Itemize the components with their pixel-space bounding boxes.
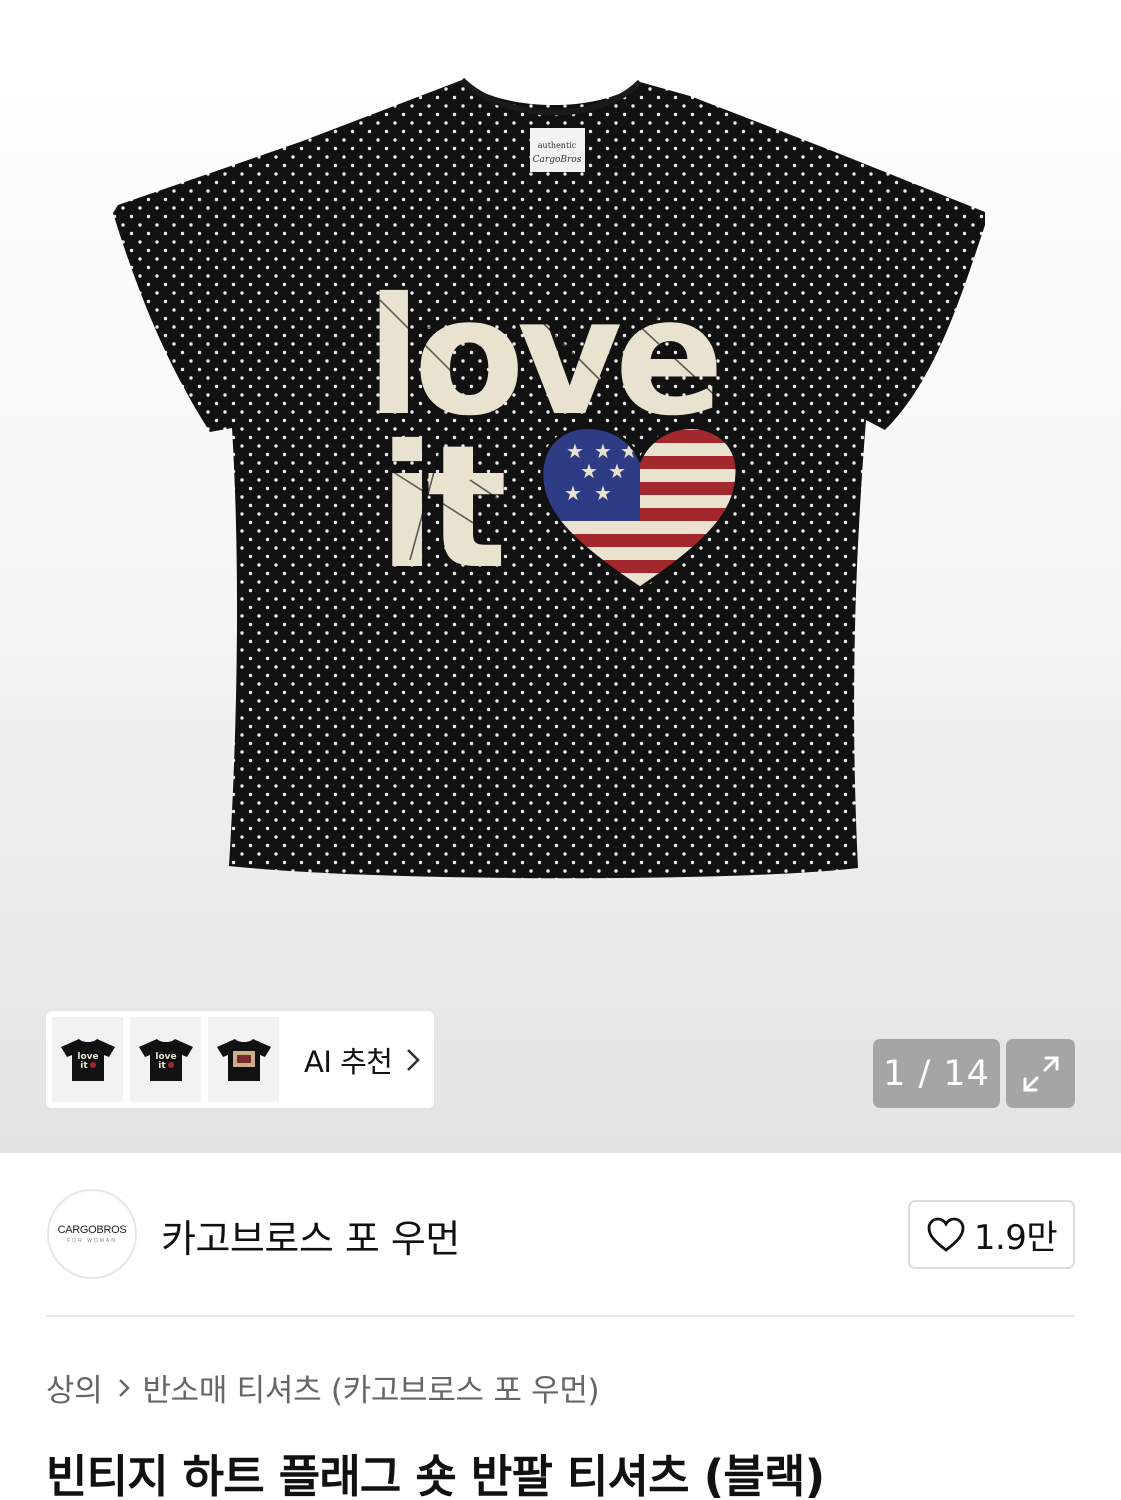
svg-text:★: ★ bbox=[580, 459, 598, 483]
thumbnail-2[interactable]: love it bbox=[130, 1017, 201, 1102]
neck-tag: authentic CargoBros bbox=[530, 128, 585, 172]
tshirt-icon: love it bbox=[138, 1038, 193, 1081]
like-button[interactable]: 1.9만 bbox=[908, 1200, 1075, 1269]
print-it-text: it bbox=[378, 409, 504, 607]
tshirt-icon bbox=[216, 1038, 271, 1081]
thumbnail-3[interactable] bbox=[208, 1017, 279, 1102]
svg-text:authentic: authentic bbox=[538, 141, 577, 150]
product-title: 빈티지 하트 플래그 숏 반팔 티셔츠 (블랙) bbox=[46, 1450, 825, 1500]
ai-recommend-label: AI 추천 bbox=[304, 1044, 393, 1079]
breadcrumb-subcategory[interactable]: 반소매 티셔츠 (카고브로스 포 우먼) bbox=[142, 1365, 599, 1410]
chevron-right-icon bbox=[407, 1048, 421, 1071]
svg-text:★: ★ bbox=[564, 481, 582, 505]
svg-text:it: it bbox=[158, 1061, 166, 1071]
brand-logo-subtext: FOR WOMAN bbox=[67, 1238, 117, 1244]
thumbnail-1[interactable]: love it bbox=[52, 1017, 123, 1102]
product-photo: authentic CargoBros love it ★ ★ ★ ★ ★ ★★ bbox=[113, 77, 985, 879]
brand-logo[interactable]: CARGOBROS FOR WOMAN bbox=[47, 1189, 137, 1279]
ai-recommend-link[interactable]: AI 추천 bbox=[304, 1039, 421, 1081]
expand-icon bbox=[1023, 1056, 1058, 1091]
svg-text:it: it bbox=[80, 1061, 88, 1071]
brand-name[interactable]: 카고브로스 포 우먼 bbox=[161, 1208, 460, 1263]
divider bbox=[46, 1315, 1075, 1317]
tshirt-icon: love it bbox=[60, 1038, 115, 1081]
product-image-gallery[interactable]: authentic CargoBros love it ★ ★ ★ ★ ★ ★ … bbox=[0, 0, 1121, 1153]
expand-button[interactable] bbox=[1006, 1039, 1075, 1108]
svg-text:★: ★ bbox=[594, 481, 612, 505]
svg-text:CargoBros: CargoBros bbox=[533, 155, 582, 165]
breadcrumb: 상의 반소매 티셔츠 (카고브로스 포 우먼) bbox=[46, 1365, 600, 1410]
like-count: 1.9만 bbox=[973, 1218, 1058, 1258]
image-counter: 1 / 14 bbox=[873, 1039, 1000, 1108]
brand-logo-text: CARGOBROS bbox=[57, 1224, 127, 1236]
ai-recommend-strip[interactable]: love it love it AI 추천 bbox=[46, 1011, 434, 1108]
heart-outline-icon bbox=[927, 1217, 965, 1252]
chevron-right-icon bbox=[119, 1378, 131, 1397]
breadcrumb-category[interactable]: 상의 bbox=[46, 1365, 103, 1410]
